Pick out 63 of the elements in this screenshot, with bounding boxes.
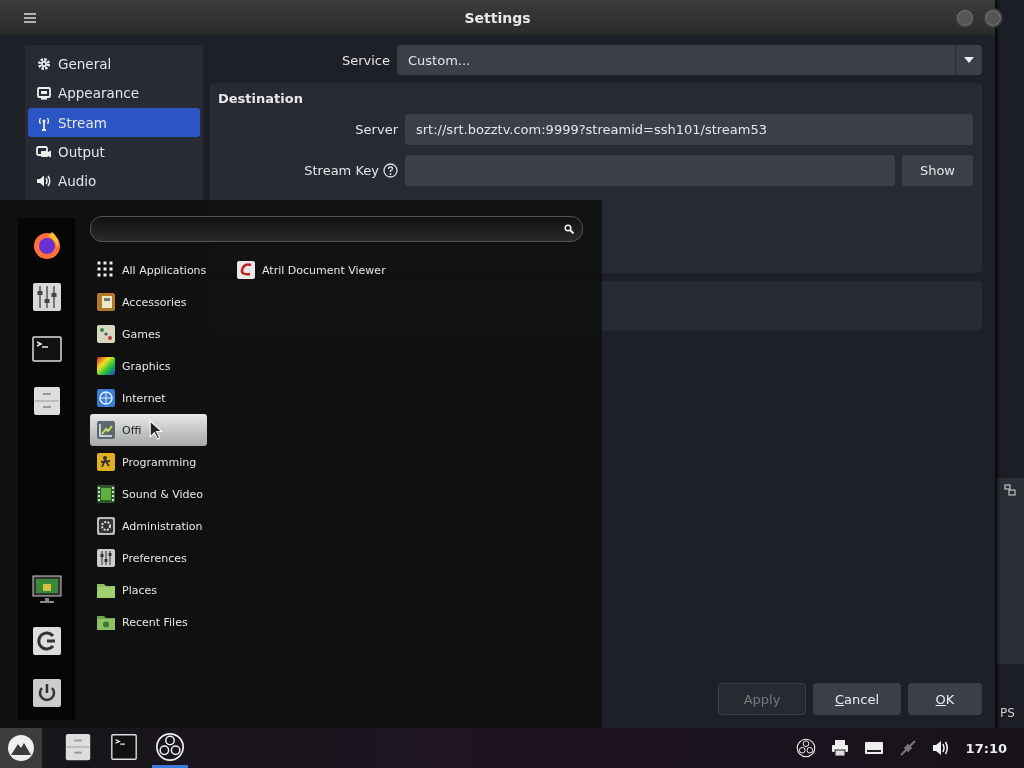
chart-icon <box>96 420 116 440</box>
firefox-icon[interactable] <box>31 230 62 260</box>
obs-icon[interactable] <box>795 738 816 758</box>
category-item[interactable]: Programming <box>90 446 207 478</box>
window-text: PS <box>1000 706 1016 720</box>
section-title: Destination <box>218 91 304 106</box>
power-icon[interactable] <box>31 678 62 708</box>
service-dropdown[interactable]: Custom... <box>397 45 982 75</box>
category-item[interactable]: Accessories <box>90 286 207 318</box>
film-icon <box>96 484 116 504</box>
dialog-button[interactable]: OK <box>908 683 982 715</box>
category-item[interactable]: All Applications <box>90 254 207 286</box>
search-field[interactable] <box>90 216 583 242</box>
undock-icon[interactable] <box>1004 484 1016 496</box>
dialog-button[interactable]: Cancel <box>813 683 901 715</box>
file-cabinet-icon[interactable] <box>31 386 62 416</box>
logout-icon[interactable] <box>31 626 62 656</box>
application-item[interactable]: Atril Document Viewer <box>236 254 386 286</box>
file-cabinet-icon <box>63 731 93 762</box>
calculator-icon <box>96 292 116 312</box>
maximize-button[interactable] <box>983 7 1003 28</box>
category-item[interactable]: Administration <box>90 510 207 542</box>
sidebar-item[interactable]: Stream <box>28 107 200 138</box>
menu-icon[interactable] <box>24 12 36 23</box>
category-item[interactable]: Offi <box>90 414 207 446</box>
category-item[interactable]: Games <box>90 318 207 350</box>
printer-icon[interactable] <box>829 738 850 758</box>
globe-icon <box>96 388 116 408</box>
field-label: Service <box>341 52 390 68</box>
category-item[interactable]: Recent Files <box>90 606 207 638</box>
category-item[interactable]: Graphics <box>90 350 207 382</box>
monitor-icon <box>36 85 52 102</box>
lock-screen-icon[interactable] <box>31 574 62 604</box>
server-field[interactable]: srt://srt.bozztv.com:9999?streamid=ssh101/stream53 <box>405 114 973 145</box>
category-item[interactable]: Preferences <box>90 542 207 574</box>
grid-icon <box>96 260 116 280</box>
window-title: Settings <box>464 9 531 26</box>
clock: 17:10 <box>965 740 1007 756</box>
field-label: Stream Key <box>304 163 379 178</box>
sidebar-item[interactable]: Output <box>28 137 200 167</box>
document-icon <box>236 260 256 280</box>
minimize-button[interactable] <box>955 7 975 28</box>
sidebar-item[interactable]: Appearance <box>28 78 200 108</box>
start-button[interactable] <box>0 728 42 768</box>
terminal-icon[interactable] <box>31 334 62 364</box>
category-item[interactable]: Sound & Video <box>90 478 207 510</box>
sidebar-item[interactable]: Audio <box>28 166 200 197</box>
rainbow-icon <box>96 356 116 376</box>
field-label: Server <box>355 122 398 137</box>
category-item[interactable]: Internet <box>90 382 207 414</box>
terminal-icon <box>109 731 139 762</box>
mountain-icon <box>7 734 35 762</box>
search-icon <box>564 224 574 234</box>
caret-icon <box>964 57 974 63</box>
video-camera-icon <box>36 143 52 160</box>
category-item[interactable]: Places <box>90 574 207 606</box>
help-icon[interactable] <box>383 163 398 178</box>
sliders-icon <box>96 548 116 568</box>
mixer-icon[interactable] <box>31 282 62 312</box>
show-button[interactable]: Show <box>901 155 973 186</box>
dice-icon <box>96 324 116 344</box>
obs-icon <box>155 731 185 762</box>
sidebar-item[interactable]: General <box>28 49 200 79</box>
